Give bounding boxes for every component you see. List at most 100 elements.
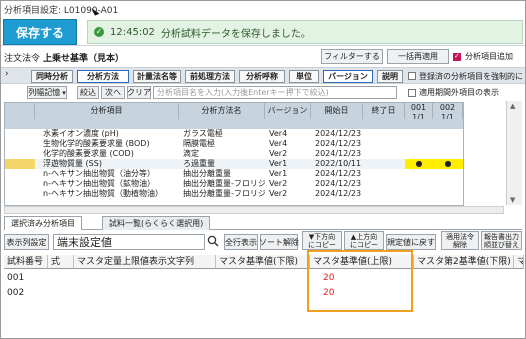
highlight-box xyxy=(307,250,413,312)
expand-chevron-icon[interactable]: › xyxy=(5,69,9,79)
cell-version: Ver2 xyxy=(269,149,288,158)
table-row-selected[interactable]: 浮遊物質量 (SS) ろ過重量 Ver1 2022/10/11 ● ● xyxy=(5,159,463,169)
table-row[interactable]: n-ヘキサン抽出物質（動植物油） 抽出分離重量-フロリジル Ver2 2024/… xyxy=(5,189,463,199)
cell-sample-number[interactable]: 001 xyxy=(4,271,48,285)
toast-message: 分析試料データを保存しました。 xyxy=(160,28,311,40)
header-second-lower-limit[interactable]: マスタ第2基準値(下限) xyxy=(414,255,514,269)
sample-002-label: 002 xyxy=(439,103,456,112)
tab-description[interactable]: 説明 xyxy=(377,70,403,83)
cell-item-name: n-ヘキサン抽出物質（動植物油） xyxy=(43,189,163,198)
tab-selected-items[interactable]: 選択済み分析項目 xyxy=(4,216,82,230)
cell-item-name: n-ヘキサン抽出物質（鉱物油） xyxy=(43,179,155,188)
order-bar: 注文法令 上乗せ基準（見本） フィルターする 一括再適用 分析項目追加 xyxy=(1,48,525,66)
sort-clear-button[interactable]: ソート解除 xyxy=(259,234,299,250)
header-more[interactable]: マ xyxy=(514,255,524,269)
table-row[interactable] xyxy=(5,119,463,129)
save-button[interactable]: 保存する xyxy=(3,19,77,45)
table-row[interactable]: 水素イオン濃度 (pH) ガラス電極 Ver4 2024/12/23 xyxy=(5,129,463,139)
grid-header: 分析項目 分析方法名 バージョン 開始日 終了日 001 1/1 002 1/1 xyxy=(5,103,463,122)
cell-item-name: 生物化学的酸素要求量 (BOD) xyxy=(43,139,150,148)
table-row[interactable]: 化学的酸素要求量 (COD) 滴定 Ver2 2024/12/23 xyxy=(5,149,463,159)
item-filter-input[interactable]: 分析項目名を入力(入力後Enterキー押下で絞込) xyxy=(153,86,397,99)
table-row[interactable]: n-ヘキサン抽出物質（油分等） 抽出分離重量 Ver1 2024/12/23 xyxy=(5,169,463,179)
reset-default-button[interactable]: 規定値に戻す xyxy=(386,234,436,250)
tab-unit[interactable]: 単位 xyxy=(289,70,319,83)
cell-item-name: 水素イオン濃度 (pH) xyxy=(43,129,119,138)
cell-sample-001[interactable]: ● xyxy=(405,159,433,169)
cell-start-date: 2024/12/23 xyxy=(315,169,362,178)
cell-start-date: 2024/12/23 xyxy=(315,129,362,138)
cell-sample-number[interactable]: 002 xyxy=(4,286,48,300)
header-method[interactable]: 分析方法名 xyxy=(179,103,265,119)
terminal-setting-input[interactable]: 端末設定値 xyxy=(53,234,205,250)
header-sample-number[interactable]: 試料番号 xyxy=(4,255,48,269)
cell-method: 抽出分離重量-フロリジル xyxy=(183,189,265,198)
header-lower-limit[interactable]: マスタ基準値(下限) xyxy=(216,255,310,269)
cell-start-date: 2024/12/23 xyxy=(315,139,362,148)
sample-001-label: 001 xyxy=(410,103,427,112)
header-upper-display[interactable]: マスタ定量上限値表示文字列 xyxy=(74,255,216,269)
header-version[interactable]: バージョン xyxy=(265,103,311,119)
cell-method: ろ過重量 xyxy=(183,159,215,168)
column-settings-button[interactable]: 列幅記憶 ▾ xyxy=(27,86,67,99)
show-all-rows-button[interactable]: 全行表示 xyxy=(224,234,258,250)
header-formula[interactable]: 式 xyxy=(48,255,74,269)
header-sample-002[interactable]: 002 1/1 xyxy=(433,103,463,122)
cell-item-name: n-ヘキサン抽出物質（油分等） xyxy=(43,169,155,178)
scroll-up-icon[interactable]: ▲ xyxy=(510,102,515,110)
search-icon[interactable] xyxy=(207,235,219,247)
bulk-reapply-button[interactable]: 一括再適用 xyxy=(387,49,449,64)
cell-method: 隔膜電極 xyxy=(183,139,215,148)
display-columns-button[interactable]: 表示列設定 xyxy=(4,234,49,250)
check-circle-icon: ✓ xyxy=(94,27,104,37)
header-sample-001[interactable]: 001 1/1 xyxy=(405,103,433,122)
order-label: 注文法令 xyxy=(4,54,41,64)
cell-sample-002[interactable]: ● xyxy=(433,159,463,169)
force-register-checkbox[interactable] xyxy=(408,72,416,80)
copy-up-button[interactable]: ▲上方向 にコピー xyxy=(344,231,384,250)
add-items-label: 分析項目追加 xyxy=(465,52,513,61)
row-marker xyxy=(5,159,35,169)
tab-measurement-name[interactable]: 計量法名等 xyxy=(133,70,181,83)
header-end-date[interactable]: 終了日 xyxy=(363,103,405,119)
report-order-button[interactable]: 報告書出力 順並び替え xyxy=(481,231,522,250)
app-window: 分析項目設定: L01090-A01 保存する ✓ 12:45:02 分析試料デ… xyxy=(0,0,526,339)
table-row[interactable]: 生物化学的酸素要求量 (BOD) 隔膜電極 Ver4 2024/12/23 xyxy=(5,139,463,149)
lower-toolbar: 表示列設定 端末設定値 全行表示 ソート解除 ▼下方向 にコピー ▲上方向 にコ… xyxy=(4,231,522,250)
table-row[interactable]: n-ヘキサン抽出物質（鉱物油） 抽出分離重量-フロリジル Ver2 2024/1… xyxy=(5,179,463,189)
cell-version: Ver2 xyxy=(269,179,288,188)
cell-version: Ver1 xyxy=(269,169,288,178)
cell-version: Ver4 xyxy=(269,139,288,148)
cell-item-name xyxy=(35,119,179,129)
tab-analysis-method[interactable]: 分析方法 xyxy=(77,70,129,83)
tab-analysis-name[interactable]: 分析呼称 xyxy=(239,70,285,83)
item-grid-scrollbar[interactable]: ▲ ▼ xyxy=(506,101,522,205)
row-selector-header xyxy=(5,103,35,119)
clear-button[interactable]: クリア xyxy=(127,86,151,99)
add-items-checkbox[interactable] xyxy=(453,52,461,61)
filter-row: 列幅記憶 ▾ 絞込 次へ クリア 分析項目名を入力(入力後Enterキー押下で絞込… xyxy=(1,85,525,100)
tab-version[interactable]: バージョン xyxy=(323,70,373,83)
tab-preprocessing[interactable]: 前処理方法 xyxy=(185,70,235,83)
scroll-down-icon[interactable]: ▼ xyxy=(510,196,515,204)
cell-method: 滴定 xyxy=(183,149,199,158)
narrow-button[interactable]: 絞込 xyxy=(77,86,99,99)
copy-down-button[interactable]: ▼下方向 にコピー xyxy=(302,231,342,250)
tab-simultaneous-analysis[interactable]: 同時分析 xyxy=(31,70,73,83)
top-bar: 分析項目設定: L01090-A01 保存する ✓ 12:45:02 分析試料デ… xyxy=(1,1,525,46)
exclude-period-checkbox[interactable] xyxy=(408,89,416,97)
next-button[interactable]: 次へ xyxy=(101,86,125,99)
cell-start-date: 2022/10/11 xyxy=(315,159,362,168)
cell-item-name: 浮遊物質量 (SS) xyxy=(43,159,102,168)
cell-version: Ver2 xyxy=(269,189,288,198)
tab-sample-list[interactable]: 試料一覧(らくらく選択用) xyxy=(102,216,211,230)
header-start-date[interactable]: 開始日 xyxy=(311,103,363,119)
filter-button[interactable]: フィルターする xyxy=(321,49,383,64)
item-grid-horizontal-scrollbar[interactable] xyxy=(4,206,504,214)
header-item-name[interactable]: 分析項目 xyxy=(35,103,179,119)
release-law-button[interactable]: 適用法令 解除 xyxy=(441,231,479,250)
cell-method: ガラス電極 xyxy=(183,129,223,138)
sample-grid: 試料番号 式 マスタ定量上限値表示文字列 マスタ基準値(下限) マスタ基準値(上… xyxy=(4,255,524,338)
force-register-label: 登録済の分析項目を強制的に xyxy=(419,72,523,81)
column-tab-bar: › 同時分析 分析方法 計量法名等 前処理方法 分析呼称 単位 バージョン 説明… xyxy=(1,67,525,84)
